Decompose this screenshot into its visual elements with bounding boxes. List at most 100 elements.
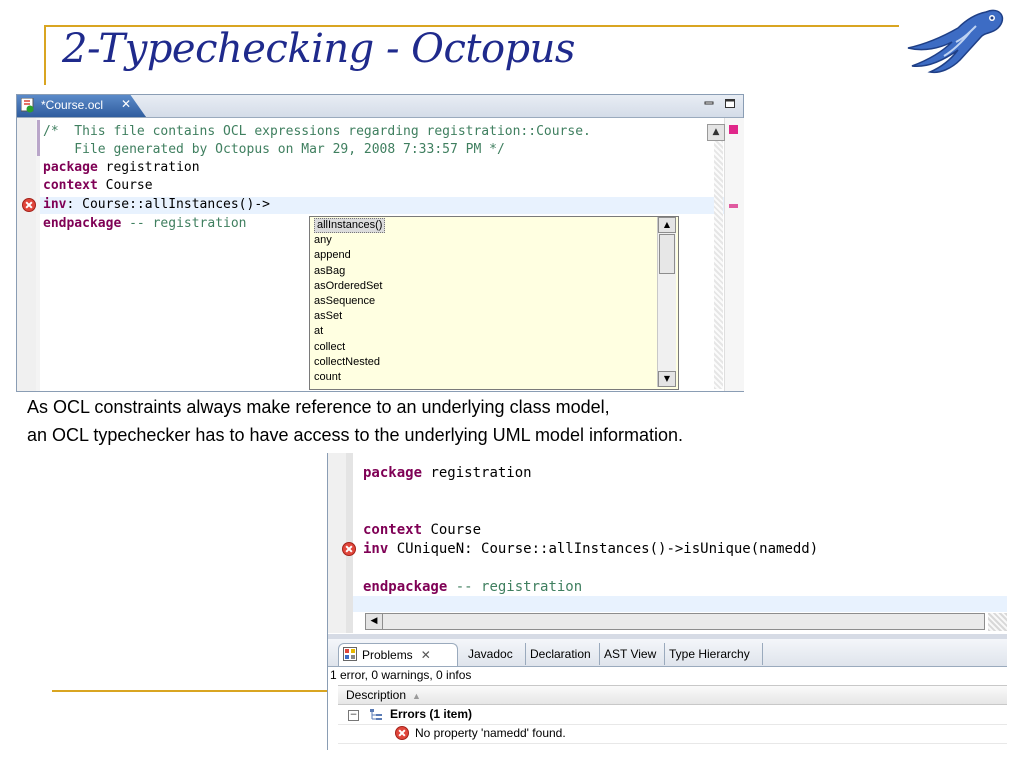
- problems-summary: 1 error, 0 warnings, 0 infos: [330, 668, 472, 682]
- tab-javadoc[interactable]: Javadoc: [464, 643, 526, 665]
- code-text: : Course::allInstances()->: [66, 197, 270, 212]
- column-header-description[interactable]: Description ▲: [338, 685, 1007, 705]
- completion-label: allInstances(): [314, 218, 386, 233]
- completion-label: append: [314, 249, 351, 262]
- popup-scrollbar[interactable]: ▲ ▼: [657, 217, 676, 387]
- overview-ruler[interactable]: [724, 118, 744, 391]
- completion-item[interactable]: append: [312, 248, 387, 263]
- code-line-endpackage: endpackage -- registration: [43, 215, 247, 233]
- completion-item[interactable]: allInstances(): [312, 218, 387, 233]
- error-icon: [395, 726, 409, 740]
- tab-type-hierarchy[interactable]: Type Hierarchy: [665, 643, 763, 665]
- completion-item[interactable]: any: [312, 233, 387, 248]
- keyword: context: [363, 522, 423, 538]
- maximize-icon[interactable]: [725, 99, 735, 108]
- code-line-context: context Course: [363, 522, 481, 538]
- scroll-down-arrow-icon[interactable]: ▼: [658, 371, 676, 387]
- tab-declaration[interactable]: Declaration: [526, 643, 600, 665]
- comment-line-2: File generated by Octopus on Mar 29, 200…: [43, 142, 505, 157]
- row-divider: [338, 724, 1007, 725]
- editor-gutter: [17, 118, 36, 391]
- completion-label: at: [314, 325, 324, 338]
- ruler-hatch: [714, 139, 723, 389]
- code-text: CUniqueN: Course::allInstances()->isUniq…: [388, 541, 819, 557]
- tab-course-ocl[interactable]: *Course.ocl ✕: [17, 95, 146, 117]
- current-line-highlight: [353, 596, 1007, 612]
- caption-line-2: an OCL typechecker has to have access to…: [27, 425, 684, 445]
- code-comment: -- registration: [121, 216, 247, 231]
- tab-problems[interactable]: Problems ✕: [338, 643, 458, 666]
- completion-label: asSequence: [314, 294, 376, 307]
- completion-item[interactable]: collect: [312, 340, 387, 355]
- tab-label: *Course.ocl: [41, 98, 104, 112]
- code-comment: -- registration: [447, 579, 583, 595]
- completion-item[interactable]: asOrderedSet: [312, 279, 387, 294]
- code-line-inv[interactable]: inv CUniqueN: Course::allInstances()->is…: [363, 541, 818, 557]
- completion-item[interactable]: count: [312, 370, 387, 385]
- completion-item[interactable]: asSequence: [312, 294, 387, 309]
- octopus-logo-icon: [907, 9, 1004, 74]
- keyword: package: [43, 160, 98, 175]
- tab-close-icon[interactable]: ✕: [121, 97, 131, 111]
- error-marker-icon[interactable]: [342, 542, 356, 556]
- completion-label: asOrderedSet: [314, 279, 383, 292]
- code-line-context: context Course: [43, 177, 153, 195]
- content-assist-popup: allInstances() any append asBag asOrderedSet…: [309, 216, 679, 390]
- error-overview-marker[interactable]: [729, 204, 738, 208]
- views-tab-bar: Problems ✕ Javadoc Declaration AST View T…: [328, 639, 1007, 667]
- completion-label: count: [314, 370, 341, 383]
- keyword: context: [43, 178, 98, 193]
- ruler-hatch: [988, 613, 1007, 631]
- comment-line-1: /* This file contains OCL expressions re…: [43, 124, 591, 139]
- code-line-endpackage: endpackage -- registration: [363, 579, 582, 595]
- keyword: endpackage: [43, 216, 122, 231]
- keyword: inv: [363, 541, 389, 557]
- change-marker: [37, 120, 40, 156]
- scroll-thumb[interactable]: [383, 614, 984, 629]
- horizontal-scrollbar[interactable]: ◀: [365, 613, 985, 630]
- completion-label: collectNested: [314, 355, 381, 368]
- errors-group-row[interactable]: Errors (1 item): [390, 707, 472, 721]
- tab-ast-view[interactable]: AST View: [600, 643, 665, 665]
- slide-title: 2-Typechecking - Octopus: [62, 26, 575, 72]
- collapse-toggle-icon[interactable]: −: [348, 710, 359, 721]
- scroll-left-arrow-icon[interactable]: ◀: [366, 614, 383, 629]
- overview-marker[interactable]: [729, 125, 738, 134]
- error-message-row[interactable]: No property 'namedd' found.: [415, 726, 566, 740]
- tab-label: Problems: [362, 648, 413, 662]
- editor-tab-bar: *Course.ocl ✕: [17, 95, 743, 118]
- completion-label: any: [314, 234, 332, 247]
- code-line-package: package registration: [363, 465, 532, 481]
- code-line-inv[interactable]: inv: Course::allInstances()->: [43, 196, 270, 214]
- keyword: endpackage: [363, 579, 448, 595]
- keyword: package: [363, 465, 423, 481]
- row-divider: [338, 743, 1007, 744]
- keyword: inv: [43, 197, 67, 212]
- completion-item[interactable]: asBag: [312, 264, 387, 279]
- code-line-package: package registration: [43, 159, 200, 177]
- caption-line-1: As OCL constraints always make reference…: [27, 397, 610, 417]
- completion-item[interactable]: at: [312, 324, 387, 339]
- completion-label: collect: [314, 340, 346, 353]
- code-text: Course: [422, 522, 482, 538]
- close-icon[interactable]: ✕: [421, 648, 431, 662]
- completion-item[interactable]: collectNested: [312, 355, 387, 370]
- code-text: Course: [97, 178, 153, 193]
- ocl-editor-bottom: package registration context Course inv …: [327, 453, 1007, 750]
- sort-ascending-icon: ▲: [412, 691, 421, 701]
- minimize-icon[interactable]: [704, 99, 714, 108]
- completion-label: asBag: [314, 264, 346, 277]
- ocl-file-icon: [21, 98, 34, 113]
- completion-item[interactable]: asSet: [312, 309, 387, 324]
- title-rule-left: [44, 25, 46, 85]
- completion-label: asSet: [314, 310, 343, 323]
- column-label: Description: [346, 688, 407, 702]
- footer-rule: [52, 690, 328, 692]
- scroll-up-arrow-icon[interactable]: ▲: [658, 217, 676, 233]
- scroll-up-icon[interactable]: ▲: [707, 124, 725, 141]
- scroll-thumb[interactable]: [659, 234, 675, 274]
- quickdiff-margin: [36, 118, 40, 391]
- error-marker-icon[interactable]: [22, 198, 36, 212]
- problems-icon: [343, 647, 357, 661]
- ocl-editor-top: *Course.ocl ✕ /* This file contains OCL …: [16, 94, 744, 392]
